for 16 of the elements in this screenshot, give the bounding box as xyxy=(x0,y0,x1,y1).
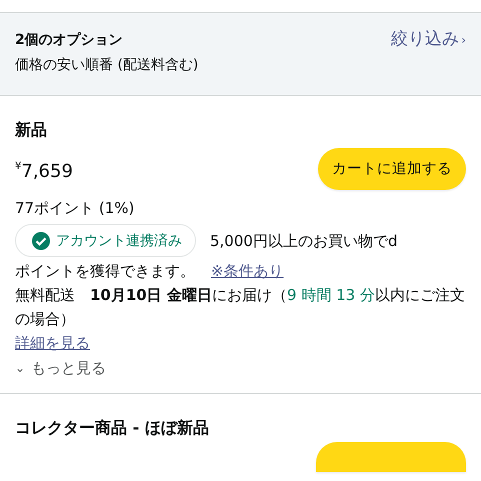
points-note: ポイントを獲得できます。 xyxy=(15,261,195,282)
condition-heading: 新品 xyxy=(15,119,48,141)
options-count: 2個のオプション xyxy=(15,31,124,50)
sort-order-text: 価格の安い順番 (配送料含む) xyxy=(15,56,198,75)
add-to-cart-button[interactable] xyxy=(316,442,466,472)
price: $^{¥}$7,659 xyxy=(15,160,73,184)
account-linked-badge: アカウント連携済み xyxy=(15,224,196,257)
points-note: 5,000円以上のお買い物でd xyxy=(210,230,398,252)
add-to-cart-button[interactable]: カートに追加する xyxy=(318,148,466,190)
points-text: 77ポイント (1%) xyxy=(15,198,136,219)
delivery-text: 無料配送 10月10日 金曜日にお届け（9 時間 13 分以内にご注文の場合） xyxy=(15,285,466,330)
condition-heading: コレクター商品 - ほぼ新品 xyxy=(15,417,210,439)
show-more-toggle[interactable]: ⌄ もっと見る xyxy=(15,357,106,379)
conditions-link[interactable]: ※条件あり xyxy=(211,259,284,283)
details-link[interactable]: 詳細を見る xyxy=(15,332,90,354)
filter-link[interactable]: 絞り込み› xyxy=(391,29,466,75)
